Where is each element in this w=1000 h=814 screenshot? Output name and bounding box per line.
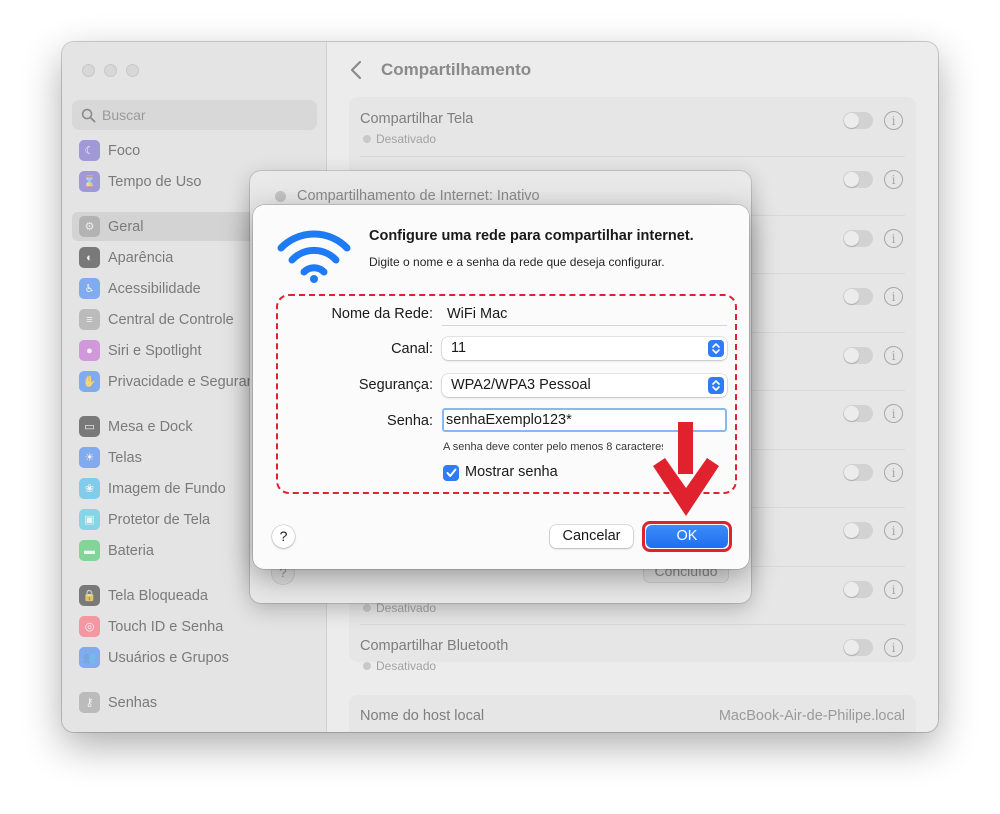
local-hostname-label: Nome do host local xyxy=(360,708,485,724)
screensaver-icon: ▣ xyxy=(79,509,100,530)
sidebar-item[interactable]: 👥 Usuários e Grupos xyxy=(72,643,317,672)
dialog-title: Configure uma rede para compartilhar int… xyxy=(369,228,694,244)
sidebar-item-label: Mesa e Dock xyxy=(108,418,193,435)
network-name-field[interactable] xyxy=(442,303,727,326)
down-arrow-annotation-icon xyxy=(653,422,719,516)
sidebar-item-label: Privacidade e Segurança xyxy=(108,373,271,390)
service-toggle[interactable] xyxy=(843,522,873,539)
sidebar-item-label: Foco xyxy=(108,142,141,159)
hourglass-icon: ⌛ xyxy=(79,171,100,192)
zoom-window-button[interactable] xyxy=(126,64,139,77)
key-icon: ⚷ xyxy=(79,692,100,713)
channel-label: Canal: xyxy=(391,341,433,357)
users-icon: 👥 xyxy=(79,647,100,668)
show-password-label[interactable]: Mostrar senha xyxy=(465,464,558,480)
gear-icon: ⚙ xyxy=(79,216,100,237)
checkmark-icon xyxy=(446,468,456,477)
sidebar-item-label: Imagem de Fundo xyxy=(108,480,226,497)
service-toggle[interactable] xyxy=(843,347,873,364)
screen-sharing-info-icon[interactable]: i xyxy=(884,111,903,130)
moon-icon: ☾ xyxy=(79,140,100,161)
service-toggle[interactable] xyxy=(843,288,873,305)
sidebar-item[interactable]: ☾ Foco xyxy=(72,136,317,165)
hand-icon: ✋ xyxy=(79,371,100,392)
sidebar-item-label: Telas xyxy=(108,449,142,466)
sidebar-item-label: Usuários e Grupos xyxy=(108,649,229,666)
sidebar-item-label: Tempo de Uso xyxy=(108,173,202,190)
close-window-button[interactable] xyxy=(82,64,95,77)
screen-sharing-toggle[interactable] xyxy=(843,112,873,129)
network-name-label: Nome da Rede: xyxy=(331,306,433,322)
service-toggle[interactable] xyxy=(843,230,873,247)
bluetooth-sharing-status: Desativado xyxy=(363,659,436,673)
internet-sharing-status: Compartilhamento de Internet: Inativo xyxy=(297,188,540,204)
service-status: Desativado xyxy=(363,601,436,615)
sidebar-item-label: Bateria xyxy=(108,542,154,559)
bluetooth-sharing-title: Compartilhar Bluetooth xyxy=(360,638,509,654)
battery-icon: ▬ xyxy=(79,540,100,561)
lock-icon: 🔒 xyxy=(79,585,100,606)
service-toggle[interactable] xyxy=(843,581,873,598)
sidebar-item-label: Central de Controle xyxy=(108,311,234,328)
service-info-icon[interactable]: i xyxy=(884,170,903,189)
bluetooth-sharing-info-icon[interactable]: i xyxy=(884,638,903,657)
chevron-updown-icon xyxy=(708,340,724,357)
dialog-subtitle: Digite o nome e a senha da rede que dese… xyxy=(369,255,665,269)
channel-value: 11 xyxy=(451,340,467,356)
sidebar-item-label: Senhas xyxy=(108,694,158,711)
service-info-icon[interactable]: i xyxy=(884,404,903,423)
service-info-icon[interactable]: i xyxy=(884,580,903,599)
page-title: Compartilhamento xyxy=(381,60,532,79)
sidebar-item-label: Touch ID e Senha xyxy=(108,618,224,635)
appearance-icon: ◐ xyxy=(79,247,100,268)
screen-sharing-title: Compartilhar Tela xyxy=(360,111,474,127)
status-dot xyxy=(275,191,286,202)
service-toggle[interactable] xyxy=(843,171,873,188)
password-hint: A senha deve conter pelo menos 8 caracte… xyxy=(443,441,663,453)
sidebar-item-label: Protetor de Tela xyxy=(108,511,211,528)
fingerprint-icon: ◎ xyxy=(79,616,100,637)
dock-icon: ▭ xyxy=(79,416,100,437)
search-icon xyxy=(81,108,96,122)
control-center-icon: ≡ xyxy=(79,309,100,330)
sidebar-item[interactable]: ◎ Touch ID e Senha xyxy=(72,612,317,641)
sidebar-item-label: Acessibilidade xyxy=(108,280,201,297)
back-chevron-icon[interactable] xyxy=(349,60,363,80)
siri-icon: ● xyxy=(79,340,100,361)
window-controls xyxy=(82,64,139,77)
minimize-window-button[interactable] xyxy=(104,64,117,77)
service-toggle[interactable] xyxy=(843,464,873,481)
wallpaper-icon: ❀ xyxy=(79,478,100,499)
accessibility-icon: ♿ xyxy=(79,278,100,299)
wifi-icon xyxy=(277,230,351,283)
sidebar-item-label: Geral xyxy=(108,218,144,235)
chevron-updown-icon xyxy=(708,377,724,394)
service-info-icon[interactable]: i xyxy=(884,346,903,365)
service-info-icon[interactable]: i xyxy=(884,463,903,482)
service-info-icon[interactable]: i xyxy=(884,521,903,540)
ok-button[interactable]: OK xyxy=(646,525,728,548)
help-button[interactable]: ? xyxy=(272,525,295,548)
service-info-icon[interactable]: i xyxy=(884,229,903,248)
service-toggle[interactable] xyxy=(843,405,873,422)
security-select[interactable]: WPA2/WPA3 Pessoal xyxy=(442,374,727,397)
search-field[interactable] xyxy=(72,100,317,130)
sun-icon: ☀ xyxy=(79,447,100,468)
sidebar-item-label: Tela Bloqueada xyxy=(108,587,208,604)
local-hostname-value: MacBook-Air-de-Philipe.local xyxy=(718,708,905,724)
screen-sharing-status: Desativado xyxy=(363,132,436,146)
sidebar-item[interactable]: ⚷ Senhas xyxy=(72,688,317,717)
security-label: Segurança: xyxy=(358,377,433,393)
local-hostname-row: Nome do host local MacBook-Air-de-Philip… xyxy=(349,695,916,732)
security-value: WPA2/WPA3 Pessoal xyxy=(451,377,591,393)
service-info-icon[interactable]: i xyxy=(884,287,903,306)
password-label: Senha: xyxy=(387,413,433,429)
channel-select[interactable]: 11 xyxy=(442,337,727,360)
sidebar-item-label: Aparência xyxy=(108,249,174,266)
sidebar-item-label: Siri e Spotlight xyxy=(108,342,202,359)
search-input[interactable] xyxy=(102,107,302,123)
bluetooth-sharing-toggle[interactable] xyxy=(843,639,873,656)
show-password-checkbox[interactable] xyxy=(443,465,459,481)
cancel-button[interactable]: Cancelar xyxy=(550,525,633,548)
